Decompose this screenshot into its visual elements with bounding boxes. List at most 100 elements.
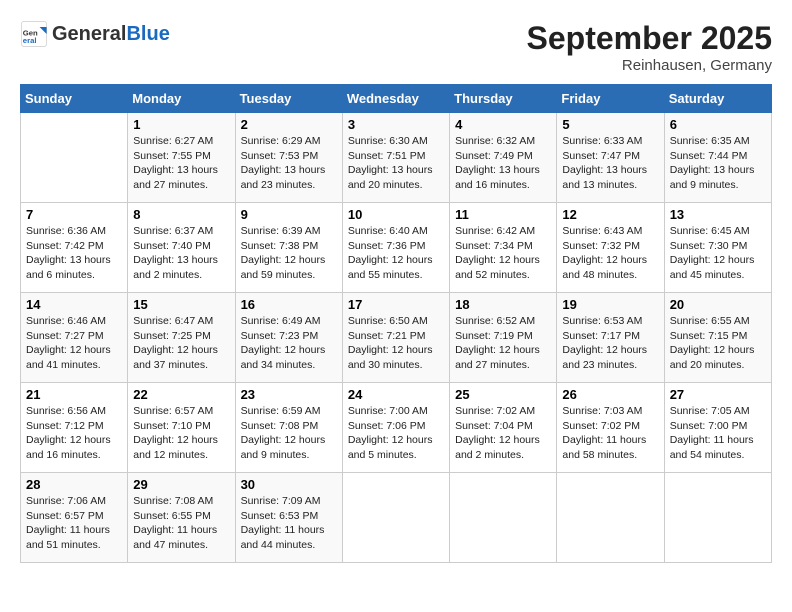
day-number: 23 [241,387,337,402]
day-info: Sunrise: 6:32 AM Sunset: 7:49 PM Dayligh… [455,134,551,193]
logo-text: GeneralBlue [52,23,170,45]
day-cell-26: 26 Sunrise: 7:03 AM Sunset: 7:02 PM Dayli… [557,383,664,473]
empty-cell [342,473,449,563]
title-block: September 2025 Reinhausen, Germany [527,20,772,74]
day-info: Sunrise: 6:50 AM Sunset: 7:21 PM Dayligh… [348,314,444,373]
day-info: Sunrise: 6:56 AM Sunset: 7:12 PM Dayligh… [26,404,122,463]
day-number: 5 [562,117,658,132]
day-cell-3: 3 Sunrise: 6:30 AM Sunset: 7:51 PM Daylig… [342,113,449,203]
day-cell-13: 13 Sunrise: 6:45 AM Sunset: 7:30 PM Dayli… [664,203,771,293]
weekday-header-row: SundayMondayTuesdayWednesdayThursdayFrid… [21,85,772,113]
calendar-table: SundayMondayTuesdayWednesdayThursdayFrid… [20,84,772,563]
day-info: Sunrise: 6:55 AM Sunset: 7:15 PM Dayligh… [670,314,766,373]
day-cell-27: 27 Sunrise: 7:05 AM Sunset: 7:00 PM Dayli… [664,383,771,473]
day-cell-1: 1Sunrise: 6:27 AM Sunset: 7:55 PM Daylig… [128,113,235,203]
day-number: 29 [133,477,229,492]
location-subtitle: Reinhausen, Germany [527,57,772,74]
day-number: 12 [562,207,658,222]
week-row-2: 7 Sunrise: 6:36 AM Sunset: 7:42 PM Daylig… [21,203,772,293]
day-cell-28: 28 Sunrise: 7:06 AM Sunset: 6:57 PM Dayli… [21,473,128,563]
day-number: 17 [348,297,444,312]
empty-cell [664,473,771,563]
day-info: Sunrise: 7:02 AM Sunset: 7:04 PM Dayligh… [455,404,551,463]
day-number: 27 [670,387,766,402]
day-cell-10: 10Sunrise: 6:40 AM Sunset: 7:36 PM Dayli… [342,203,449,293]
weekday-header-friday: Friday [557,85,664,113]
day-info: Sunrise: 6:53 AM Sunset: 7:17 PM Dayligh… [562,314,658,373]
day-info: Sunrise: 6:33 AM Sunset: 7:47 PM Dayligh… [562,134,658,193]
day-number: 10 [348,207,444,222]
day-number: 30 [241,477,337,492]
weekday-header-thursday: Thursday [450,85,557,113]
week-row-1: 1Sunrise: 6:27 AM Sunset: 7:55 PM Daylig… [21,113,772,203]
day-cell-14: 14Sunrise: 6:46 AM Sunset: 7:27 PM Dayli… [21,293,128,383]
logo-icon: Gen eral [20,20,48,48]
day-info: Sunrise: 7:06 AM Sunset: 6:57 PM Dayligh… [26,494,122,553]
empty-cell [450,473,557,563]
day-number: 16 [241,297,337,312]
day-number: 7 [26,207,122,222]
day-cell-4: 4Sunrise: 6:32 AM Sunset: 7:49 PM Daylig… [450,113,557,203]
day-info: Sunrise: 6:37 AM Sunset: 7:40 PM Dayligh… [133,224,229,283]
day-info: Sunrise: 6:45 AM Sunset: 7:30 PM Dayligh… [670,224,766,283]
logo-blue: Blue [126,23,169,45]
day-cell-23: 23Sunrise: 6:59 AM Sunset: 7:08 PM Dayli… [235,383,342,473]
svg-text:eral: eral [23,36,37,45]
day-cell-15: 15 Sunrise: 6:47 AM Sunset: 7:25 PM Dayli… [128,293,235,383]
day-cell-21: 21 Sunrise: 6:56 AM Sunset: 7:12 PM Dayli… [21,383,128,473]
day-number: 9 [241,207,337,222]
day-number: 15 [133,297,229,312]
day-info: Sunrise: 6:52 AM Sunset: 7:19 PM Dayligh… [455,314,551,373]
day-info: Sunrise: 7:03 AM Sunset: 7:02 PM Dayligh… [562,404,658,463]
weekday-header-wednesday: Wednesday [342,85,449,113]
month-title: September 2025 [527,20,772,57]
weekday-header-saturday: Saturday [664,85,771,113]
day-info: Sunrise: 6:46 AM Sunset: 7:27 PM Dayligh… [26,314,122,373]
day-cell-22: 22Sunrise: 6:57 AM Sunset: 7:10 PM Dayli… [128,383,235,473]
day-info: Sunrise: 6:49 AM Sunset: 7:23 PM Dayligh… [241,314,337,373]
day-cell-5: 5 Sunrise: 6:33 AM Sunset: 7:47 PM Daylig… [557,113,664,203]
day-number: 3 [348,117,444,132]
logo: Gen eral GeneralBlue [20,20,170,48]
week-row-5: 28 Sunrise: 7:06 AM Sunset: 6:57 PM Dayli… [21,473,772,563]
day-cell-18: 18Sunrise: 6:52 AM Sunset: 7:19 PM Dayli… [450,293,557,383]
day-info: Sunrise: 7:08 AM Sunset: 6:55 PM Dayligh… [133,494,229,553]
week-row-3: 14Sunrise: 6:46 AM Sunset: 7:27 PM Dayli… [21,293,772,383]
weekday-header-sunday: Sunday [21,85,128,113]
page-header: Gen eral GeneralBlue September 2025 Rein… [20,20,772,74]
day-info: Sunrise: 6:27 AM Sunset: 7:55 PM Dayligh… [133,134,229,193]
day-cell-12: 12 Sunrise: 6:43 AM Sunset: 7:32 PM Dayli… [557,203,664,293]
day-info: Sunrise: 6:36 AM Sunset: 7:42 PM Dayligh… [26,224,122,283]
day-number: 8 [133,207,229,222]
day-cell-20: 20Sunrise: 6:55 AM Sunset: 7:15 PM Dayli… [664,293,771,383]
day-number: 6 [670,117,766,132]
day-info: Sunrise: 6:30 AM Sunset: 7:51 PM Dayligh… [348,134,444,193]
day-info: Sunrise: 7:05 AM Sunset: 7:00 PM Dayligh… [670,404,766,463]
day-info: Sunrise: 6:42 AM Sunset: 7:34 PM Dayligh… [455,224,551,283]
day-cell-29: 29 Sunrise: 7:08 AM Sunset: 6:55 PM Dayli… [128,473,235,563]
day-cell-9: 9 Sunrise: 6:39 AM Sunset: 7:38 PM Daylig… [235,203,342,293]
day-info: Sunrise: 6:43 AM Sunset: 7:32 PM Dayligh… [562,224,658,283]
day-cell-2: 2 Sunrise: 6:29 AM Sunset: 7:53 PM Daylig… [235,113,342,203]
day-info: Sunrise: 6:47 AM Sunset: 7:25 PM Dayligh… [133,314,229,373]
day-cell-19: 19Sunrise: 6:53 AM Sunset: 7:17 PM Dayli… [557,293,664,383]
day-number: 24 [348,387,444,402]
day-cell-30: 30Sunrise: 7:09 AM Sunset: 6:53 PM Dayli… [235,473,342,563]
day-cell-11: 11 Sunrise: 6:42 AM Sunset: 7:34 PM Dayli… [450,203,557,293]
day-number: 26 [562,387,658,402]
day-cell-6: 6 Sunrise: 6:35 AM Sunset: 7:44 PM Daylig… [664,113,771,203]
day-info: Sunrise: 6:57 AM Sunset: 7:10 PM Dayligh… [133,404,229,463]
logo-general: General [52,23,126,45]
day-info: Sunrise: 7:00 AM Sunset: 7:06 PM Dayligh… [348,404,444,463]
day-number: 21 [26,387,122,402]
day-number: 2 [241,117,337,132]
day-info: Sunrise: 6:39 AM Sunset: 7:38 PM Dayligh… [241,224,337,283]
day-info: Sunrise: 6:35 AM Sunset: 7:44 PM Dayligh… [670,134,766,193]
weekday-header-tuesday: Tuesday [235,85,342,113]
day-number: 28 [26,477,122,492]
day-number: 11 [455,207,551,222]
empty-cell [21,113,128,203]
day-cell-7: 7 Sunrise: 6:36 AM Sunset: 7:42 PM Daylig… [21,203,128,293]
day-info: Sunrise: 6:29 AM Sunset: 7:53 PM Dayligh… [241,134,337,193]
day-number: 13 [670,207,766,222]
